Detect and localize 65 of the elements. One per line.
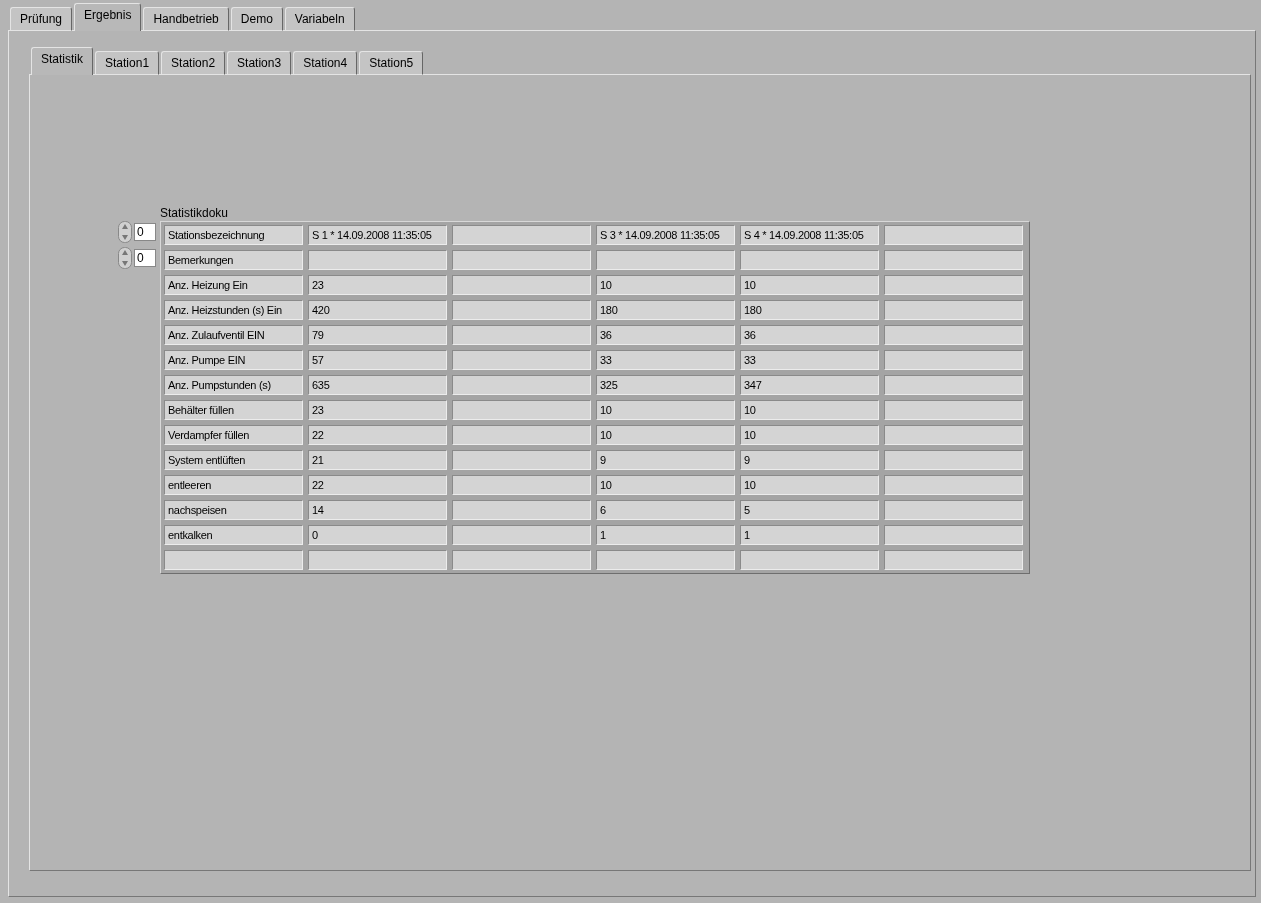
- table-cell: System entlüften: [164, 450, 303, 470]
- table-cell: S 3 * 14.09.2008 11:35:05: [596, 225, 735, 245]
- table-cell: 1: [596, 525, 735, 545]
- table-cell: 9: [596, 450, 735, 470]
- table-cell: 0: [308, 525, 447, 545]
- table-cell: 5: [740, 500, 879, 520]
- table-cell: Anz. Pumpe EIN: [164, 350, 303, 370]
- table-cell: 180: [596, 300, 735, 320]
- table-cell: 347: [740, 375, 879, 395]
- table-cell: Anz. Heizstunden (s) Ein: [164, 300, 303, 320]
- tab[interactable]: Station5: [359, 51, 424, 75]
- table-cell: Stationsbezeichnung: [164, 225, 303, 245]
- table-cell: 1: [740, 525, 879, 545]
- table-cell: 36: [596, 325, 735, 345]
- table-cell: Anz. Heizung Ein: [164, 275, 303, 295]
- table-cell: 21: [308, 450, 447, 470]
- table-cell: S 1 * 14.09.2008 11:35:05: [308, 225, 447, 245]
- table-cell: Anz. Pumpstunden (s): [164, 375, 303, 395]
- table-cell: Behälter füllen: [164, 400, 303, 420]
- table-cell: 325: [596, 375, 735, 395]
- tab[interactable]: Ergebnis: [74, 3, 142, 31]
- tab[interactable]: Station1: [95, 51, 160, 75]
- table-cell: 22: [308, 425, 447, 445]
- tab[interactable]: Station2: [161, 51, 226, 75]
- table-cell: 10: [596, 400, 735, 420]
- table-cell: Bemerkungen: [164, 250, 303, 270]
- table-cell: nachspeisen: [164, 500, 303, 520]
- table-cell: 79: [308, 325, 447, 345]
- table-cell: 635: [308, 375, 447, 395]
- tab[interactable]: Station4: [293, 51, 358, 75]
- table-cell: 420: [308, 300, 447, 320]
- table-cell: 9: [740, 450, 879, 470]
- table-cell: Anz. Zulaufventil EIN: [164, 325, 303, 345]
- table-cell: S 4 * 14.09.2008 11:35:05: [740, 225, 879, 245]
- index-field[interactable]: 0: [134, 249, 156, 267]
- table-cell: 10: [740, 275, 879, 295]
- tab[interactable]: Variabeln: [284, 7, 355, 31]
- table-cell: 180: [740, 300, 879, 320]
- table-cell: 22: [308, 475, 447, 495]
- tab[interactable]: Station3: [227, 51, 292, 75]
- table-cell: 10: [740, 400, 879, 420]
- tab[interactable]: Handbetrieb: [143, 7, 229, 31]
- table-cell: 23: [308, 400, 447, 420]
- index-field[interactable]: 0: [134, 223, 156, 241]
- table-cell: 10: [740, 425, 879, 445]
- table-cell: 23: [308, 275, 447, 295]
- table-cell: Verdampfer füllen: [164, 425, 303, 445]
- table-cell: 10: [596, 425, 735, 445]
- spinner-arrows-icon[interactable]: [118, 221, 132, 243]
- tab[interactable]: Demo: [230, 7, 283, 31]
- table-cell: 10: [596, 475, 735, 495]
- table-cell: 57: [308, 350, 447, 370]
- table-cell: entkalken: [164, 525, 303, 545]
- tab[interactable]: Prüfung: [10, 7, 73, 31]
- table-cell: entleeren: [164, 475, 303, 495]
- tab[interactable]: Statistik: [31, 47, 93, 75]
- table-cell: 10: [740, 475, 879, 495]
- table-cell: 10: [596, 275, 735, 295]
- table-cell: 33: [596, 350, 735, 370]
- table-cell: 36: [740, 325, 879, 345]
- table-cell: 6: [596, 500, 735, 520]
- table-label: Statistikdoku: [160, 205, 230, 221]
- table-cell: 14: [308, 500, 447, 520]
- table-cell: 33: [740, 350, 879, 370]
- spinner-arrows-icon[interactable]: [118, 247, 132, 269]
